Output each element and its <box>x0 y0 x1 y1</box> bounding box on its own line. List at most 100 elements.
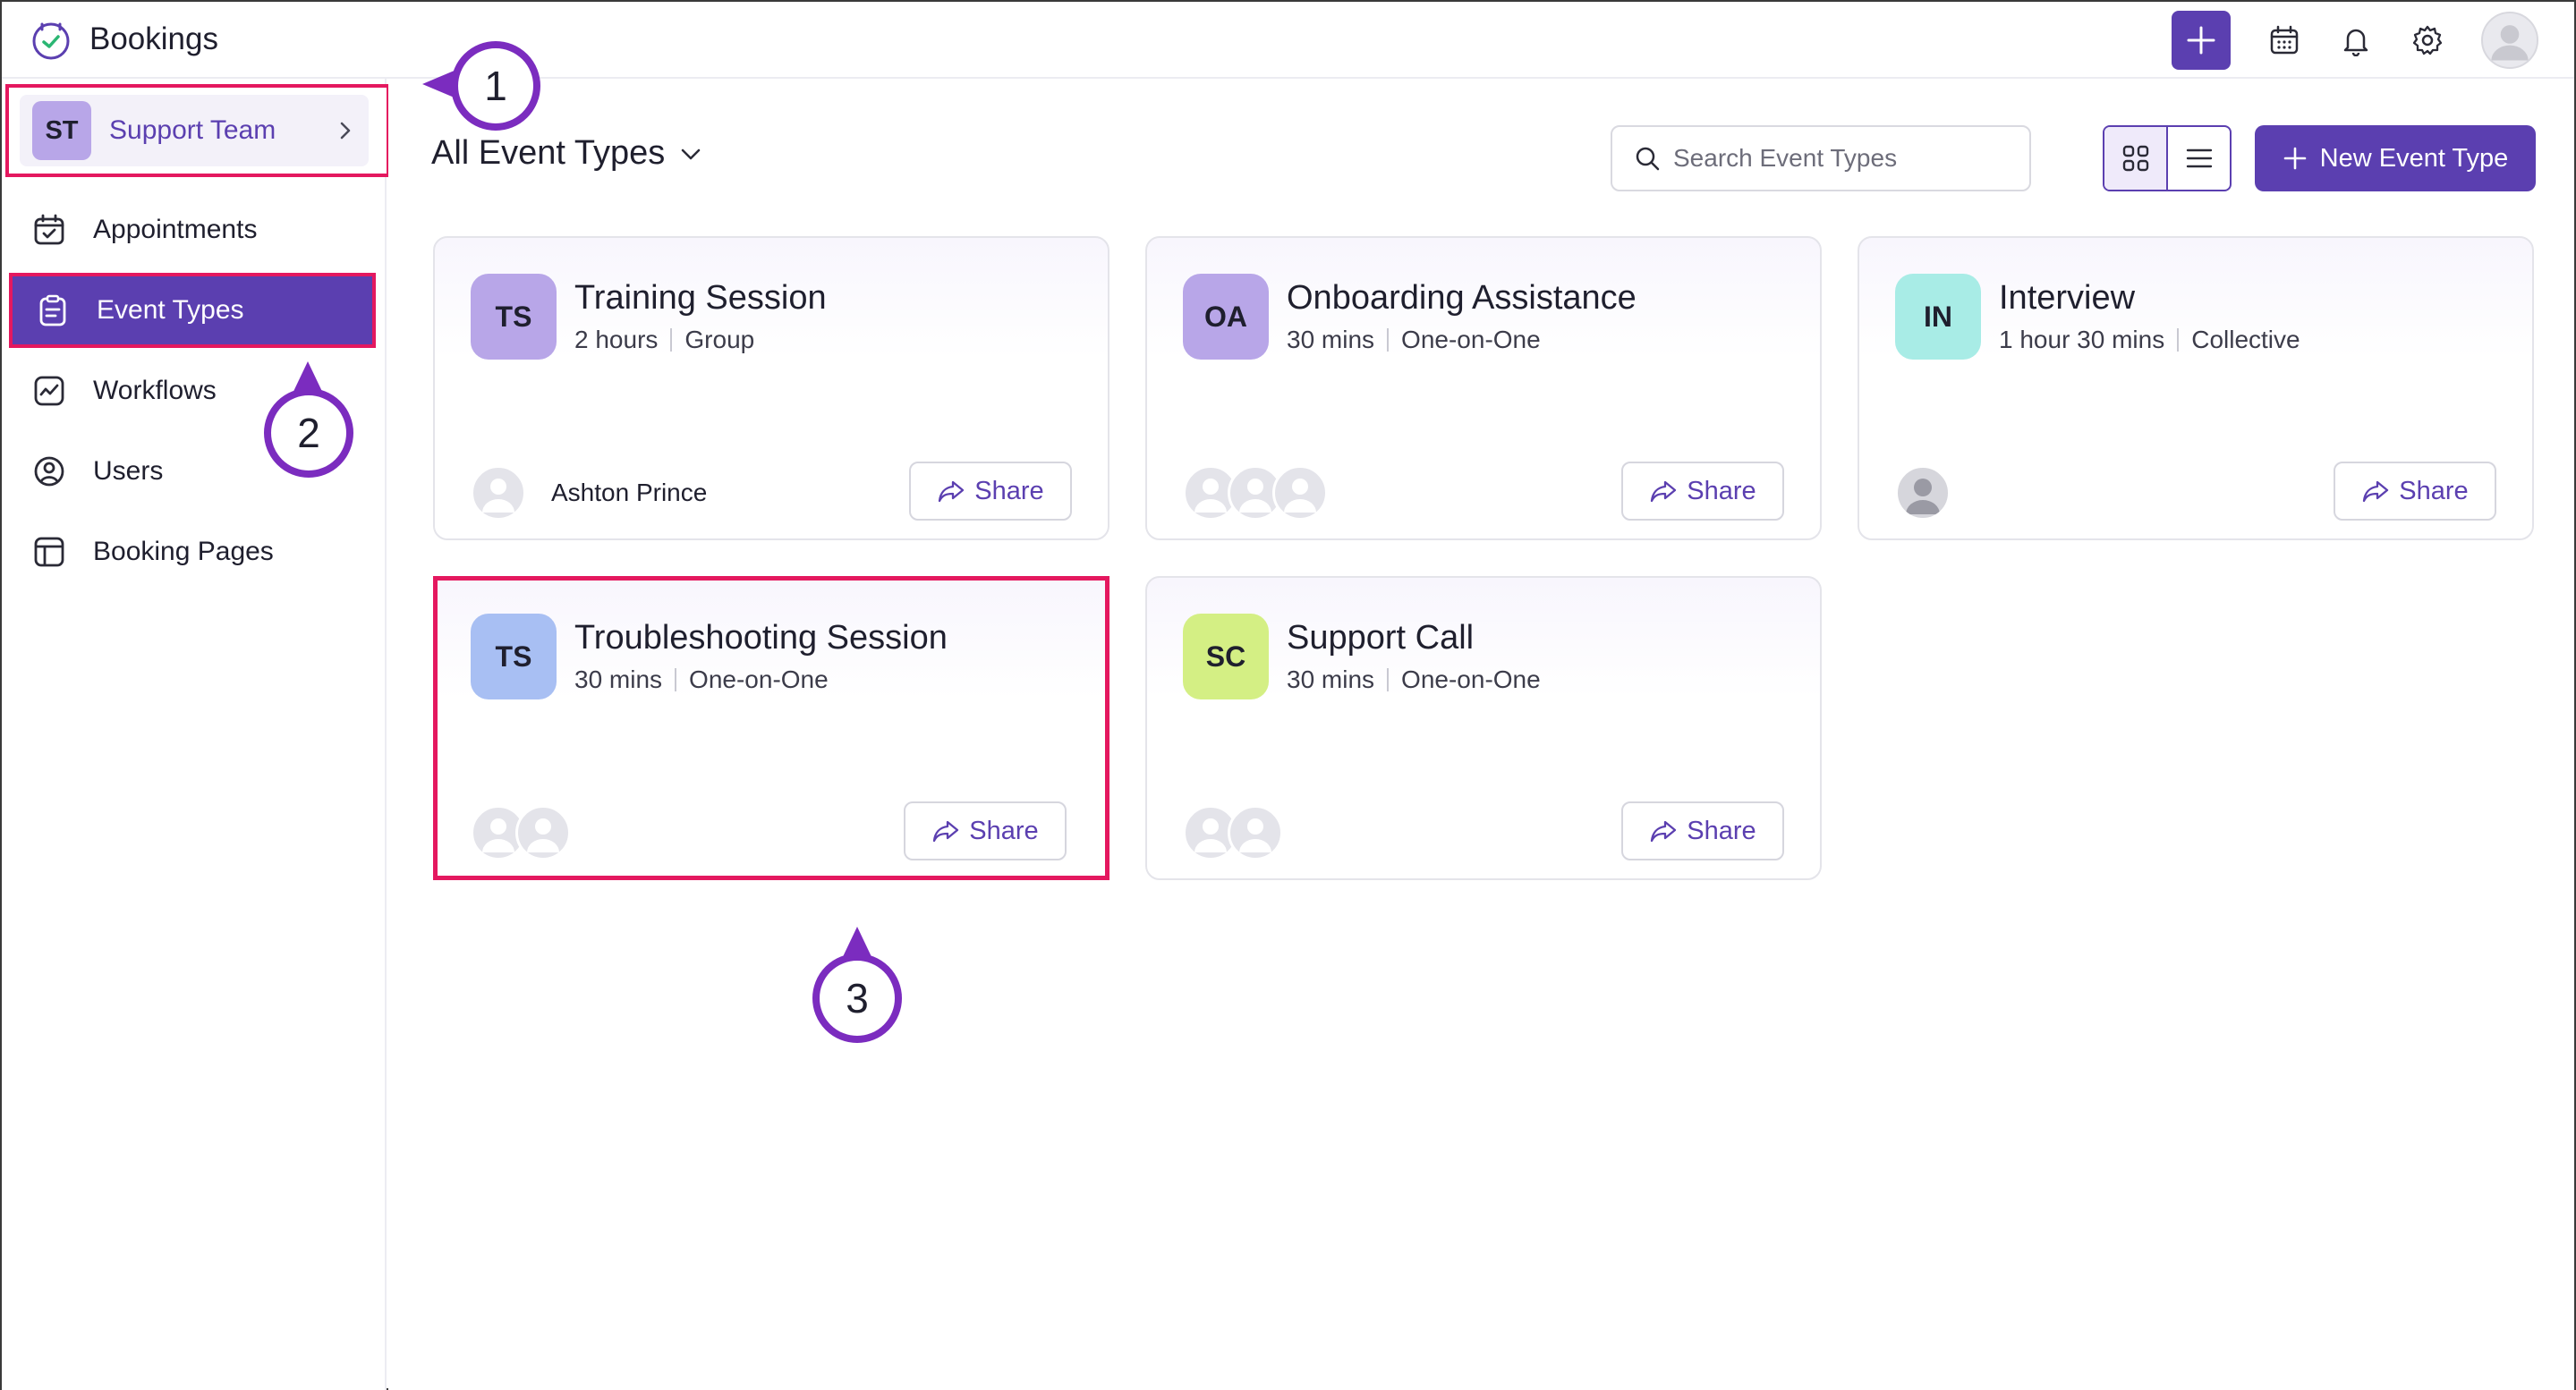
team-name: Support Team <box>109 115 276 145</box>
share-icon <box>939 480 965 503</box>
event-hosts <box>1895 465 1951 521</box>
event-card-training-session[interactable]: TS Training Session 2 hours Group Ashton… <box>433 236 1109 540</box>
person-icon <box>527 818 559 852</box>
bell-icon <box>2343 29 2368 56</box>
sidebar-item-label: Appointments <box>93 215 258 244</box>
new-event-type-button[interactable]: New Event Type <box>2255 125 2536 191</box>
event-card-onboarding-assistance[interactable]: OA Onboarding Assistance 30 mins One-on-… <box>1145 236 1822 540</box>
sidebar: ST Support Team Appointments Event Types… <box>2 79 390 1390</box>
sidebar-item-booking-pages[interactable]: Booking Pages <box>2 512 387 592</box>
meta-divider <box>2177 328 2180 352</box>
brand[interactable]: Bookings <box>29 14 218 64</box>
calendar-check-icon <box>34 214 64 245</box>
event-badge: TS <box>471 614 557 699</box>
team-switcher[interactable]: ST Support Team <box>5 84 390 177</box>
share-button[interactable]: Share <box>904 801 1067 860</box>
event-badge: OA <box>1183 274 1269 360</box>
chevron-right-icon <box>340 122 351 140</box>
callout-number: 3 <box>846 975 869 1021</box>
app-window: Bookings ST Support Team Appointments Ev… <box>0 0 2576 1390</box>
event-meta: 2 hours Group <box>574 326 754 354</box>
share-icon <box>933 820 959 843</box>
person-icon <box>482 479 514 513</box>
notifications-button[interactable] <box>2338 22 2374 58</box>
user-avatar-icon <box>2491 25 2529 61</box>
quick-add-button[interactable] <box>2172 11 2231 70</box>
search-input[interactable] <box>1673 144 2013 173</box>
plus-icon <box>2283 147 2306 170</box>
event-kind: One-on-One <box>1401 326 1541 353</box>
event-hosts: Ashton Prince <box>471 465 707 521</box>
share-button[interactable]: Share <box>1621 462 1784 521</box>
event-duration: 2 hours <box>574 326 659 353</box>
callout-2: 2 <box>264 388 353 478</box>
event-card-interview[interactable]: IN Interview 1 hour 30 mins Collective S… <box>1858 236 2534 540</box>
sidebar-item-label: Users <box>93 456 164 486</box>
grid-view-button[interactable] <box>2104 127 2168 190</box>
event-duration: 30 mins <box>1287 326 1375 353</box>
person-icon <box>1284 479 1316 513</box>
meta-divider <box>1387 328 1390 352</box>
sidebar-item-appointments[interactable]: Appointments <box>2 190 387 270</box>
event-kind: One-on-One <box>1401 665 1541 693</box>
share-button[interactable]: Share <box>909 462 1072 521</box>
share-label: Share <box>974 476 1044 505</box>
callout-3: 3 <box>812 954 902 1043</box>
grid-icon <box>2122 145 2148 172</box>
host-avatar <box>1895 465 1951 521</box>
event-kind: Collective <box>2191 326 2300 353</box>
share-icon <box>1651 820 1677 843</box>
top-bar: Bookings <box>2 2 2574 79</box>
app-title: Bookings <box>89 21 218 56</box>
sidebar-item-event-types[interactable]: Event Types <box>9 273 376 348</box>
event-meta: 1 hour 30 mins Collective <box>1999 326 2300 354</box>
event-card-support-call[interactable]: SC Support Call 30 mins One-on-One Share <box>1145 576 1822 880</box>
event-card-troubleshooting-session[interactable]: TS Troubleshooting Session 30 mins One-o… <box>433 576 1109 880</box>
event-title: Troubleshooting Session <box>574 619 948 657</box>
event-kind: Group <box>684 326 755 353</box>
share-button[interactable]: Share <box>1621 801 1784 860</box>
clipboard-icon <box>39 294 66 326</box>
new-event-type-label: New Event Type <box>2319 143 2509 173</box>
settings-button[interactable] <box>2410 22 2445 58</box>
share-icon <box>2363 480 2389 503</box>
event-type-filter[interactable]: All Event Types <box>431 134 702 173</box>
workflow-icon <box>34 376 64 406</box>
event-title: Training Session <box>574 279 827 317</box>
calendar-icon <box>2270 25 2299 55</box>
view-toggle <box>2103 125 2232 191</box>
event-hosts <box>1183 805 1283 860</box>
calendar-button[interactable] <box>2266 22 2302 58</box>
person-icon <box>1239 818 1271 852</box>
search-box[interactable] <box>1611 125 2031 191</box>
meta-divider <box>1387 668 1390 691</box>
top-actions <box>2172 9 2538 72</box>
layout-icon <box>34 537 64 567</box>
callout-1: 1 <box>451 41 540 131</box>
event-duration: 30 mins <box>1287 665 1375 693</box>
search-icon <box>1636 147 1660 171</box>
event-badge: TS <box>471 274 557 360</box>
user-avatar[interactable] <box>2481 12 2538 69</box>
event-kind: One-on-One <box>689 665 829 693</box>
event-meta: 30 mins One-on-One <box>1287 326 1541 354</box>
meta-divider <box>670 328 673 352</box>
host-name: Ashton Prince <box>551 479 708 506</box>
share-label: Share <box>969 816 1039 845</box>
event-duration: 30 mins <box>574 665 663 693</box>
share-button[interactable]: Share <box>2334 462 2496 521</box>
team-badge: ST <box>32 101 91 160</box>
event-title: Support Call <box>1287 619 1475 657</box>
sidebar-item-label: Workflows <box>93 376 217 405</box>
share-label: Share <box>1687 476 1756 505</box>
host-avatar <box>471 465 526 521</box>
host-avatar <box>1272 465 1328 521</box>
bookings-logo-icon <box>32 22 70 60</box>
team-switcher-inner: ST Support Team <box>20 95 369 166</box>
host-avatar <box>1228 805 1283 860</box>
callout-number: 2 <box>297 410 320 456</box>
callout-number: 1 <box>484 63 507 109</box>
event-meta: 30 mins One-on-One <box>1287 665 1541 694</box>
list-view-button[interactable] <box>2168 127 2230 190</box>
share-label: Share <box>2399 476 2469 505</box>
